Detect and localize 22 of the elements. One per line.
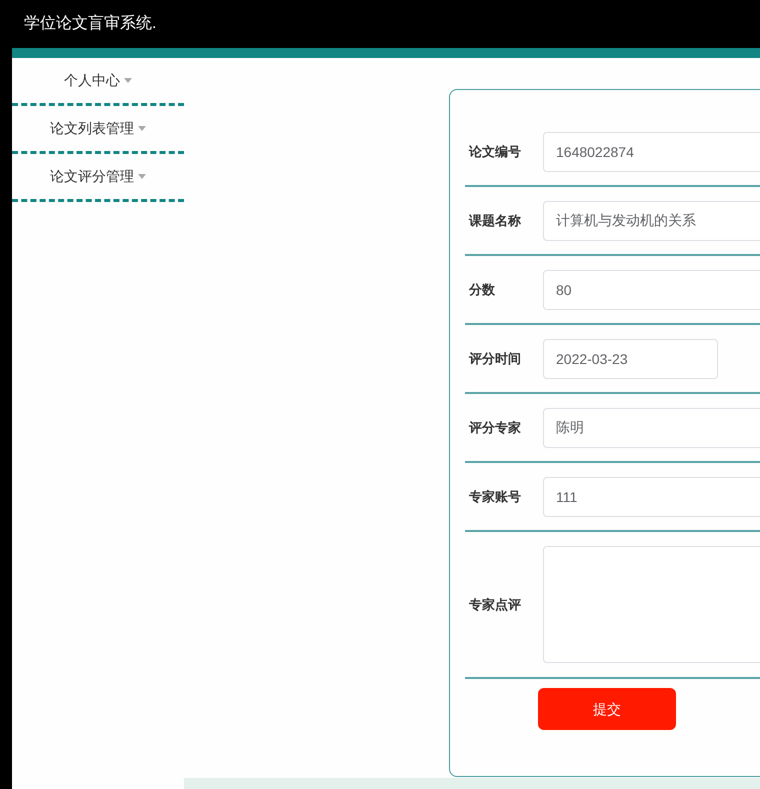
- caret-icon: [124, 78, 132, 83]
- field-label: 专家点评: [468, 596, 522, 614]
- field-label: 分数: [468, 280, 496, 299]
- submit-button[interactable]: 提交: [538, 688, 676, 730]
- input-field[interactable]: 80: [543, 270, 760, 310]
- field-label: 专家账号: [468, 488, 522, 506]
- sidebar-item[interactable]: 个人中心: [12, 58, 184, 106]
- field-label: 评分时间: [468, 350, 522, 368]
- input-field[interactable]: 1648022874: [543, 132, 760, 172]
- input-field[interactable]: 陈明: [543, 408, 760, 448]
- date-field[interactable]: 2022-03-23: [543, 338, 718, 378]
- input-field[interactable]: 计算机与发动机的关系: [543, 200, 760, 240]
- sidebar-item[interactable]: 论文评分管理: [12, 154, 184, 202]
- app-title: 学位论文盲审系统.: [24, 14, 156, 34]
- field-label: 评分专家: [468, 418, 522, 437]
- field-label: 课题名称: [468, 212, 522, 230]
- caret-icon: [138, 174, 146, 179]
- sidebar-item[interactable]: 论文列表管理: [12, 106, 184, 154]
- caret-icon: [138, 126, 146, 131]
- input-field[interactable]: 111: [543, 476, 760, 516]
- comment-field[interactable]: [543, 546, 760, 663]
- field-label: 论文编号: [468, 142, 522, 161]
